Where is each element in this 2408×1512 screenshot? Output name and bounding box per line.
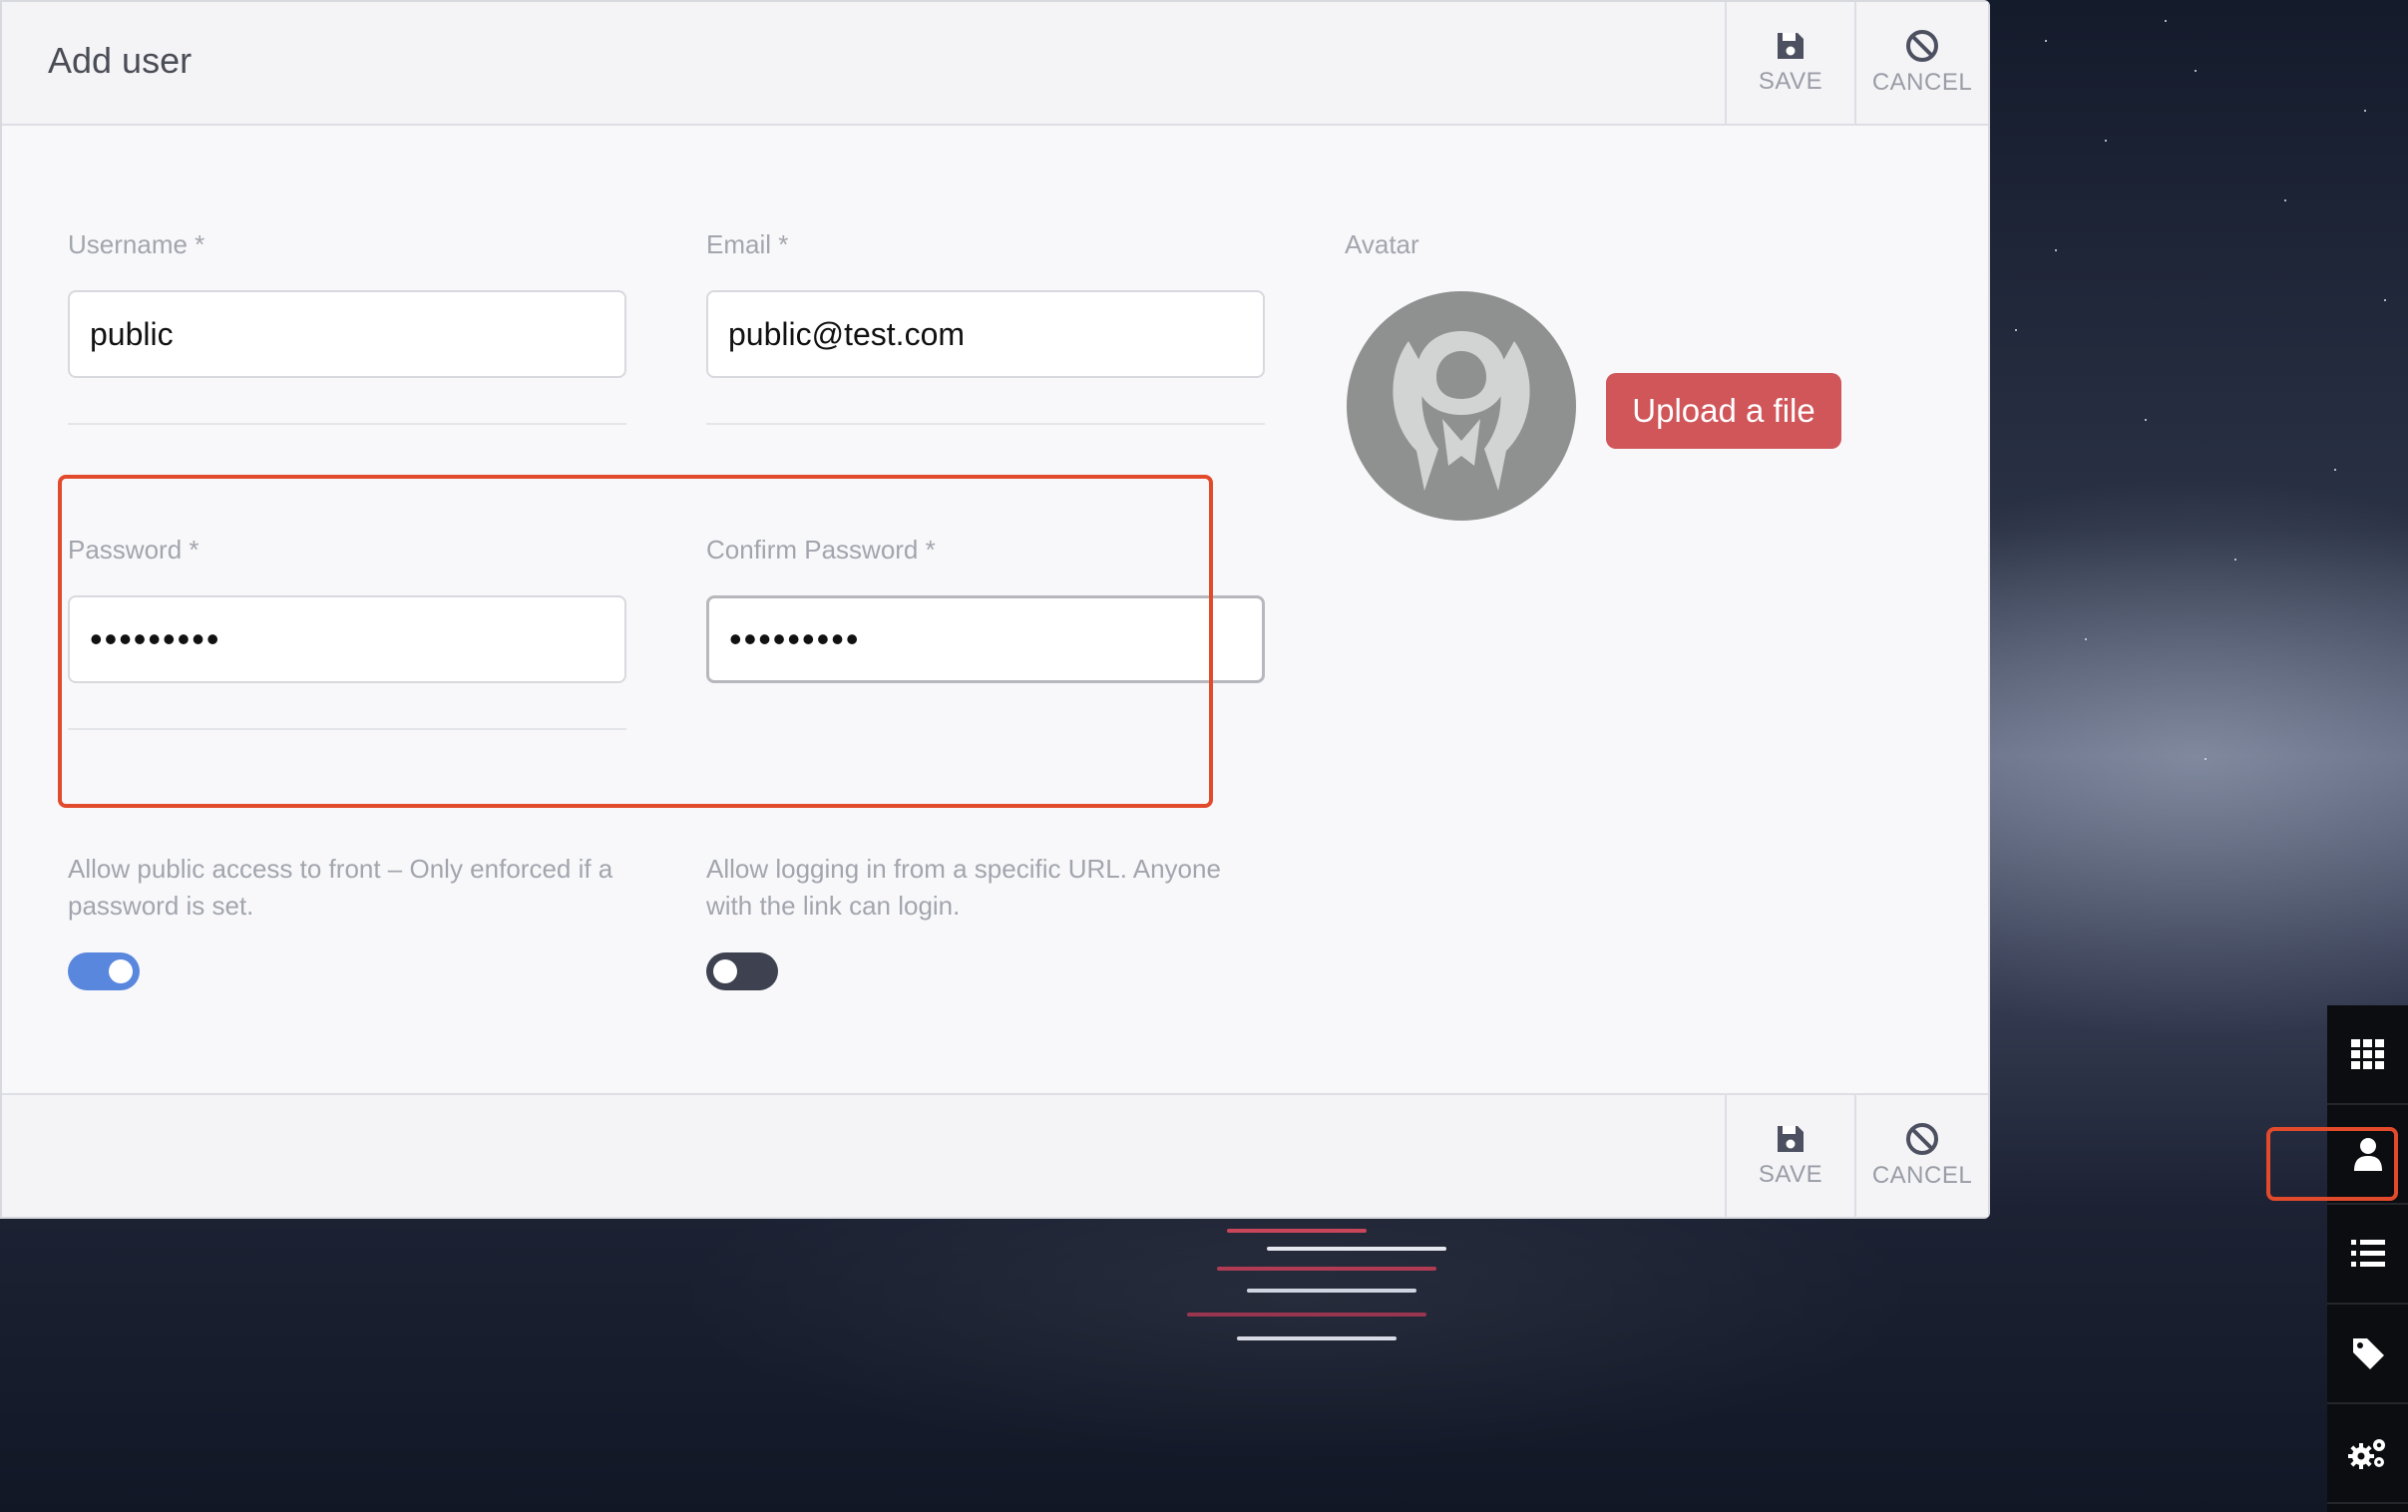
rail-item-grid[interactable]: [2327, 1005, 2408, 1105]
toggle-knob: [713, 959, 737, 983]
grid-icon: [2350, 1039, 2384, 1069]
password-highlight-box: [58, 475, 1213, 808]
public-access-toggle[interactable]: [68, 952, 140, 990]
cancel-button[interactable]: CANCEL: [1854, 2, 1988, 124]
footer-cancel-button[interactable]: CANCEL: [1854, 1095, 1988, 1217]
email-divider: [706, 423, 1265, 425]
rail-item-settings[interactable]: [2327, 1404, 2408, 1504]
floppy-disk-icon: [1778, 33, 1804, 59]
username-divider: [68, 423, 626, 425]
avatar: [1347, 291, 1576, 521]
side-rail: [2327, 1005, 2408, 1512]
username-label: Username *: [68, 229, 205, 259]
upload-file-button[interactable]: Upload a file: [1606, 373, 1841, 449]
save-label: SAVE: [1758, 68, 1823, 95]
rail-item-list[interactable]: [2327, 1205, 2408, 1305]
dialog-title: Add user: [48, 40, 193, 81]
ban-icon: [1906, 1123, 1938, 1155]
url-login-help: Allow logging in from a specific URL. An…: [706, 854, 1221, 921]
avatar-label: Avatar: [1345, 229, 1419, 259]
add-user-dialog: Add user SAVE CANCEL Username * Email * …: [0, 0, 1990, 1219]
public-access-help: Allow public access to front – Only enfo…: [68, 854, 613, 921]
url-login-toggle[interactable]: [706, 952, 778, 990]
users-highlight-box: [2266, 1127, 2398, 1201]
tag-icon: [2352, 1338, 2384, 1369]
dialog-footer: SAVE CANCEL: [2, 1093, 1988, 1217]
email-label: Email *: [706, 229, 789, 259]
floppy-disk-icon: [1778, 1126, 1804, 1152]
save-label: SAVE: [1758, 1161, 1823, 1188]
toggle-knob: [109, 959, 133, 983]
save-button[interactable]: SAVE: [1725, 2, 1854, 124]
dialog-header: Add user SAVE CANCEL: [2, 2, 1988, 126]
winged-helmet-emblem-icon: [1393, 331, 1530, 491]
list-icon: [2350, 1240, 2385, 1267]
cancel-label: CANCEL: [1871, 1162, 1973, 1189]
ban-icon: [1906, 30, 1938, 62]
username-field[interactable]: [68, 290, 626, 378]
footer-save-button[interactable]: SAVE: [1725, 1095, 1854, 1217]
gears-icon: [2347, 1439, 2385, 1469]
cancel-label: CANCEL: [1871, 69, 1973, 96]
rail-item-tags[interactable]: [2327, 1305, 2408, 1404]
email-field[interactable]: [706, 290, 1265, 378]
